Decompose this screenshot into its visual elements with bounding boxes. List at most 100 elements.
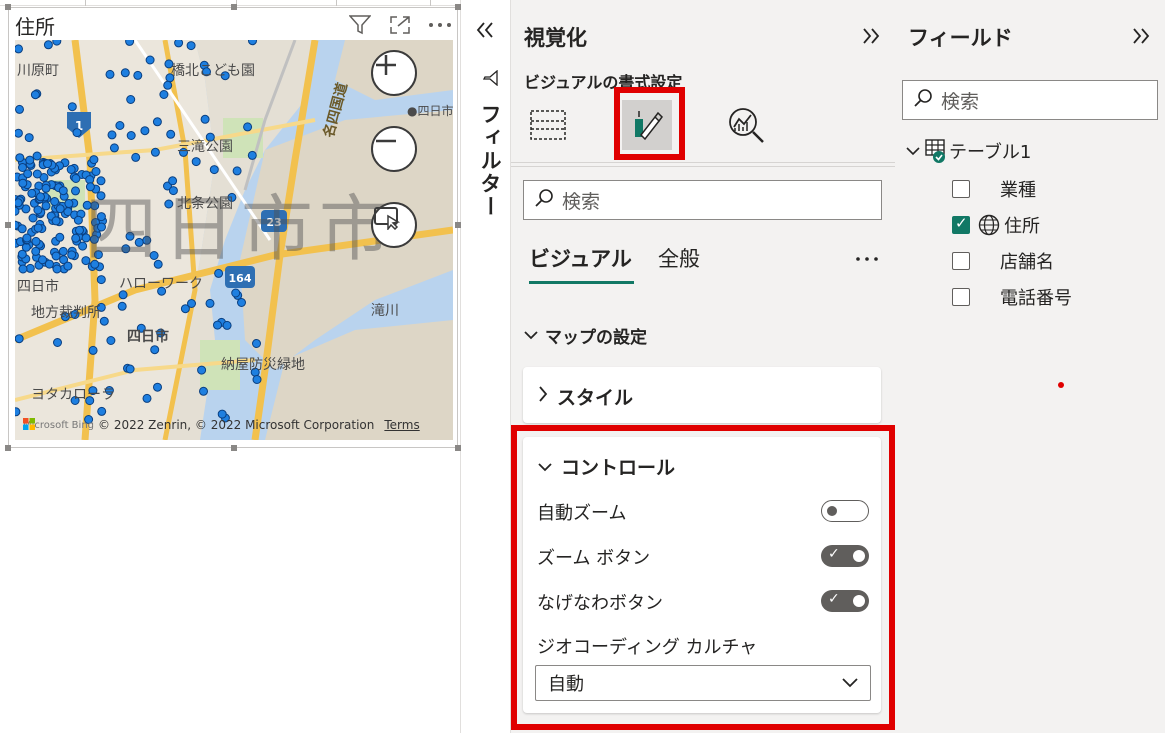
location-marker[interactable] <box>53 338 62 347</box>
location-marker[interactable] <box>15 198 23 208</box>
location-marker[interactable] <box>159 90 169 99</box>
location-marker[interactable] <box>106 336 116 345</box>
location-marker[interactable] <box>247 150 257 160</box>
location-marker[interactable] <box>33 205 43 215</box>
location-marker[interactable] <box>66 165 76 174</box>
map-settings-section[interactable]: マップの設定 <box>523 323 647 348</box>
field-row-address[interactable]: 住所 <box>952 212 1040 238</box>
location-marker[interactable] <box>99 316 109 326</box>
analytics-icon[interactable] <box>721 100 771 150</box>
location-marker[interactable] <box>252 375 262 384</box>
location-marker[interactable] <box>30 90 40 100</box>
location-marker[interactable] <box>187 299 196 308</box>
location-marker[interactable] <box>18 178 28 188</box>
location-marker[interactable] <box>213 320 222 330</box>
field-checkbox[interactable] <box>952 180 970 198</box>
tab-general[interactable]: 全般 <box>658 243 700 273</box>
location-marker[interactable] <box>152 117 162 127</box>
field-row-store-name[interactable]: 店舗名 <box>952 248 1054 274</box>
location-marker[interactable] <box>31 246 41 256</box>
location-marker[interactable] <box>31 236 41 246</box>
location-marker[interactable] <box>71 233 81 243</box>
lasso-select-button[interactable] <box>371 202 417 248</box>
location-marker[interactable] <box>109 143 119 153</box>
field-checkbox[interactable] <box>952 288 970 306</box>
location-marker[interactable] <box>120 68 130 78</box>
location-marker[interactable] <box>140 126 150 136</box>
location-marker[interactable] <box>71 174 81 183</box>
location-marker[interactable] <box>150 345 160 355</box>
location-marker[interactable] <box>199 386 208 396</box>
location-marker[interactable] <box>15 104 24 114</box>
location-marker[interactable] <box>197 365 207 375</box>
location-marker[interactable] <box>222 320 232 330</box>
location-marker[interactable] <box>191 157 201 167</box>
location-marker[interactable] <box>32 151 42 161</box>
location-marker[interactable] <box>43 159 52 169</box>
location-marker[interactable] <box>43 40 53 50</box>
location-marker[interactable] <box>15 44 23 54</box>
location-marker[interactable] <box>125 40 135 46</box>
filter-pane-collapsed[interactable]: フィルター <box>461 0 511 733</box>
location-marker[interactable] <box>67 250 77 260</box>
location-marker[interactable] <box>174 40 184 48</box>
location-marker[interactable] <box>22 233 32 243</box>
location-marker[interactable] <box>186 41 196 51</box>
location-marker[interactable] <box>125 364 135 374</box>
location-marker[interactable] <box>23 169 33 179</box>
location-marker[interactable] <box>44 259 54 269</box>
location-marker[interactable] <box>237 298 246 307</box>
build-visual-icon[interactable] <box>523 100 573 150</box>
field-checkbox[interactable] <box>952 214 970 234</box>
location-marker[interactable] <box>115 121 125 130</box>
location-marker[interactable] <box>163 80 173 90</box>
collapse-fields-pane-icon[interactable] <box>1131 26 1151 52</box>
location-marker[interactable] <box>50 197 60 206</box>
location-marker[interactable] <box>248 40 257 46</box>
location-marker[interactable] <box>153 382 162 392</box>
location-marker[interactable] <box>117 301 127 311</box>
location-marker[interactable] <box>55 232 65 242</box>
location-marker[interactable] <box>142 393 152 403</box>
terms-link[interactable]: Terms <box>384 418 419 432</box>
filter-icon[interactable] <box>347 14 373 36</box>
filter-pane-label[interactable]: フィルター <box>475 69 505 218</box>
location-marker[interactable] <box>52 40 62 46</box>
location-marker[interactable] <box>58 186 68 196</box>
location-marker[interactable] <box>105 69 115 79</box>
location-marker[interactable] <box>67 102 77 112</box>
location-marker[interactable] <box>17 224 27 234</box>
format-search-input[interactable]: 検索 <box>523 180 882 220</box>
location-marker[interactable] <box>32 169 42 179</box>
location-marker[interactable] <box>27 188 37 198</box>
location-marker[interactable] <box>200 114 210 124</box>
more-options-icon[interactable] <box>427 14 453 36</box>
location-marker[interactable] <box>75 225 84 235</box>
location-marker[interactable] <box>41 183 51 193</box>
location-marker[interactable] <box>126 131 136 140</box>
location-marker[interactable] <box>15 128 23 138</box>
location-marker[interactable] <box>131 152 141 162</box>
more-options-icon[interactable] <box>855 243 879 267</box>
location-marker[interactable] <box>231 288 241 298</box>
field-row-phone[interactable]: 電話番号 <box>952 284 1072 310</box>
map-visual[interactable]: 住所 1 23 164 四日市市 川原町 橋北こども園 ●四日市 三滝公園 北条… <box>5 4 461 451</box>
zoom-in-button[interactable] <box>371 50 417 96</box>
location-marker[interactable] <box>243 122 253 132</box>
zoom-out-button[interactable] <box>371 126 417 172</box>
location-marker[interactable] <box>88 345 98 355</box>
location-marker[interactable] <box>51 216 61 226</box>
style-card-header[interactable]: スタイル <box>537 383 633 410</box>
location-marker[interactable] <box>145 55 155 65</box>
location-marker[interactable] <box>63 261 73 271</box>
tab-visual[interactable]: ビジュアル <box>529 243 632 273</box>
location-marker[interactable] <box>205 298 215 308</box>
location-marker[interactable] <box>73 215 83 225</box>
location-marker[interactable] <box>28 213 38 223</box>
location-marker[interactable] <box>71 186 80 196</box>
location-marker[interactable] <box>15 334 24 344</box>
location-marker[interactable] <box>36 192 45 202</box>
location-marker[interactable] <box>72 128 82 138</box>
location-marker[interactable] <box>15 153 25 163</box>
double-chevron-left-icon[interactable] <box>475 20 495 46</box>
